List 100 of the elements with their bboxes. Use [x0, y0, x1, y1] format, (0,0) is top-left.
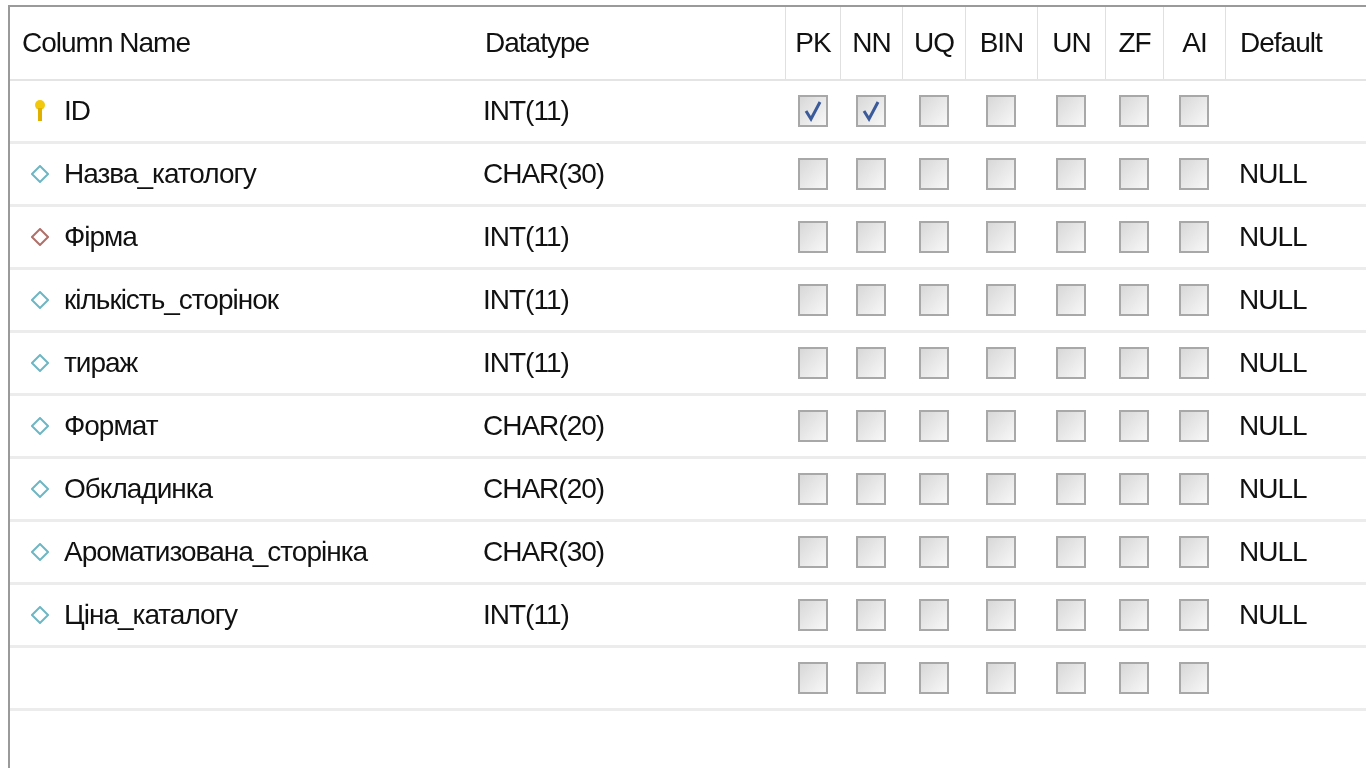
checkbox[interactable]: [1119, 473, 1149, 505]
column-header[interactable]: UN: [1052, 22, 1091, 64]
checkbox[interactable]: [1119, 95, 1149, 127]
checkbox[interactable]: [1056, 95, 1086, 127]
checkbox[interactable]: [856, 662, 886, 694]
checkbox[interactable]: [797, 599, 828, 631]
default-value: NULL: [1239, 346, 1307, 380]
checkbox[interactable]: [1056, 284, 1086, 316]
checkbox[interactable]: [856, 158, 886, 190]
checkbox[interactable]: [856, 221, 886, 253]
column-name: Фірма: [64, 220, 137, 254]
checkbox[interactable]: [1179, 536, 1209, 568]
checkbox[interactable]: [856, 410, 886, 442]
column-header[interactable]: UQ: [914, 22, 954, 64]
checkbox[interactable]: [856, 536, 886, 568]
column-header[interactable]: Default: [1240, 22, 1322, 64]
checkbox[interactable]: [1056, 536, 1086, 568]
checkbox[interactable]: [918, 662, 949, 694]
checkbox[interactable]: [986, 95, 1016, 127]
checkbox[interactable]: [797, 284, 828, 316]
key-icon: [34, 100, 46, 122]
default-value: NULL: [1239, 409, 1307, 443]
default-value: NULL: [1239, 220, 1307, 254]
checkbox[interactable]: [856, 473, 886, 505]
diamond-icon: [31, 606, 49, 624]
diamond-icon: [31, 291, 49, 309]
checkbox[interactable]: [918, 221, 949, 253]
checkbox[interactable]: [797, 221, 828, 253]
checkbox[interactable]: [1119, 662, 1149, 694]
checkbox[interactable]: [986, 284, 1016, 316]
checkbox[interactable]: [1056, 473, 1086, 505]
checkbox[interactable]: [986, 158, 1016, 190]
diamond-icon: [31, 228, 49, 246]
checkbox[interactable]: [918, 158, 949, 190]
checkbox[interactable]: [797, 536, 828, 568]
checkbox[interactable]: [797, 662, 828, 694]
checkbox[interactable]: [1119, 410, 1149, 442]
checkbox[interactable]: [1179, 221, 1209, 253]
default-value: NULL: [1239, 472, 1307, 506]
checkbox[interactable]: [986, 662, 1016, 694]
checkbox[interactable]: [1056, 410, 1086, 442]
column-header[interactable]: PK: [795, 22, 831, 64]
checkbox[interactable]: [797, 473, 828, 505]
column-header[interactable]: Column Name: [22, 22, 190, 64]
column-name: кількість_сторінок: [64, 283, 278, 317]
column-name: тираж: [64, 346, 138, 380]
default-value: NULL: [1239, 283, 1307, 317]
checkbox[interactable]: [1119, 536, 1149, 568]
checkbox[interactable]: [856, 347, 886, 379]
checkbox[interactable]: [918, 473, 949, 505]
checkbox[interactable]: [1179, 599, 1209, 631]
checkbox[interactable]: [918, 599, 949, 631]
checkbox[interactable]: [918, 95, 949, 127]
checkbox[interactable]: [1119, 347, 1149, 379]
checkbox[interactable]: [986, 221, 1016, 253]
column-name: ID: [64, 94, 90, 128]
checkbox[interactable]: [797, 347, 828, 379]
column-header[interactable]: AI: [1182, 22, 1207, 64]
datatype: INT(11): [483, 220, 569, 254]
column-header[interactable]: BIN: [979, 22, 1024, 64]
checkbox[interactable]: [1119, 599, 1149, 631]
checkbox[interactable]: [1179, 410, 1209, 442]
checkbox[interactable]: [1056, 599, 1086, 631]
checkbox[interactable]: [1056, 347, 1086, 379]
checkbox[interactable]: [797, 410, 828, 442]
default-value: NULL: [1239, 535, 1307, 569]
checkbox[interactable]: [1179, 284, 1209, 316]
checkbox[interactable]: [856, 599, 886, 631]
checkbox[interactable]: [918, 536, 949, 568]
column-header[interactable]: NN: [852, 22, 891, 64]
checkbox[interactable]: [1119, 284, 1149, 316]
checkbox[interactable]: [1179, 473, 1209, 505]
checkbox[interactable]: [1179, 662, 1209, 694]
checkbox[interactable]: [797, 158, 828, 190]
checkbox[interactable]: [1179, 158, 1209, 190]
checkbox[interactable]: [986, 599, 1016, 631]
column-name: Формат: [64, 409, 158, 443]
checkbox[interactable]: [797, 95, 828, 127]
checkbox[interactable]: [918, 347, 949, 379]
column-header[interactable]: Datatype: [485, 22, 590, 64]
checkbox[interactable]: [1056, 158, 1086, 190]
checkbox[interactable]: [918, 410, 949, 442]
datatype: INT(11): [483, 598, 569, 632]
checkbox[interactable]: [986, 410, 1016, 442]
checkbox[interactable]: [918, 284, 949, 316]
datatype: INT(11): [483, 346, 569, 380]
diamond-icon: [31, 165, 49, 183]
column-header[interactable]: ZF: [1118, 22, 1151, 64]
checkbox[interactable]: [1056, 221, 1086, 253]
checkbox[interactable]: [986, 473, 1016, 505]
checkbox[interactable]: [1179, 95, 1209, 127]
checkbox[interactable]: [1179, 347, 1209, 379]
checkbox[interactable]: [1119, 158, 1149, 190]
checkbox[interactable]: [986, 536, 1016, 568]
checkbox[interactable]: [856, 95, 886, 127]
checkbox[interactable]: [986, 347, 1016, 379]
checkbox[interactable]: [1056, 662, 1086, 694]
checkbox[interactable]: [856, 284, 886, 316]
diamond-icon: [31, 480, 49, 498]
checkbox[interactable]: [1119, 221, 1149, 253]
